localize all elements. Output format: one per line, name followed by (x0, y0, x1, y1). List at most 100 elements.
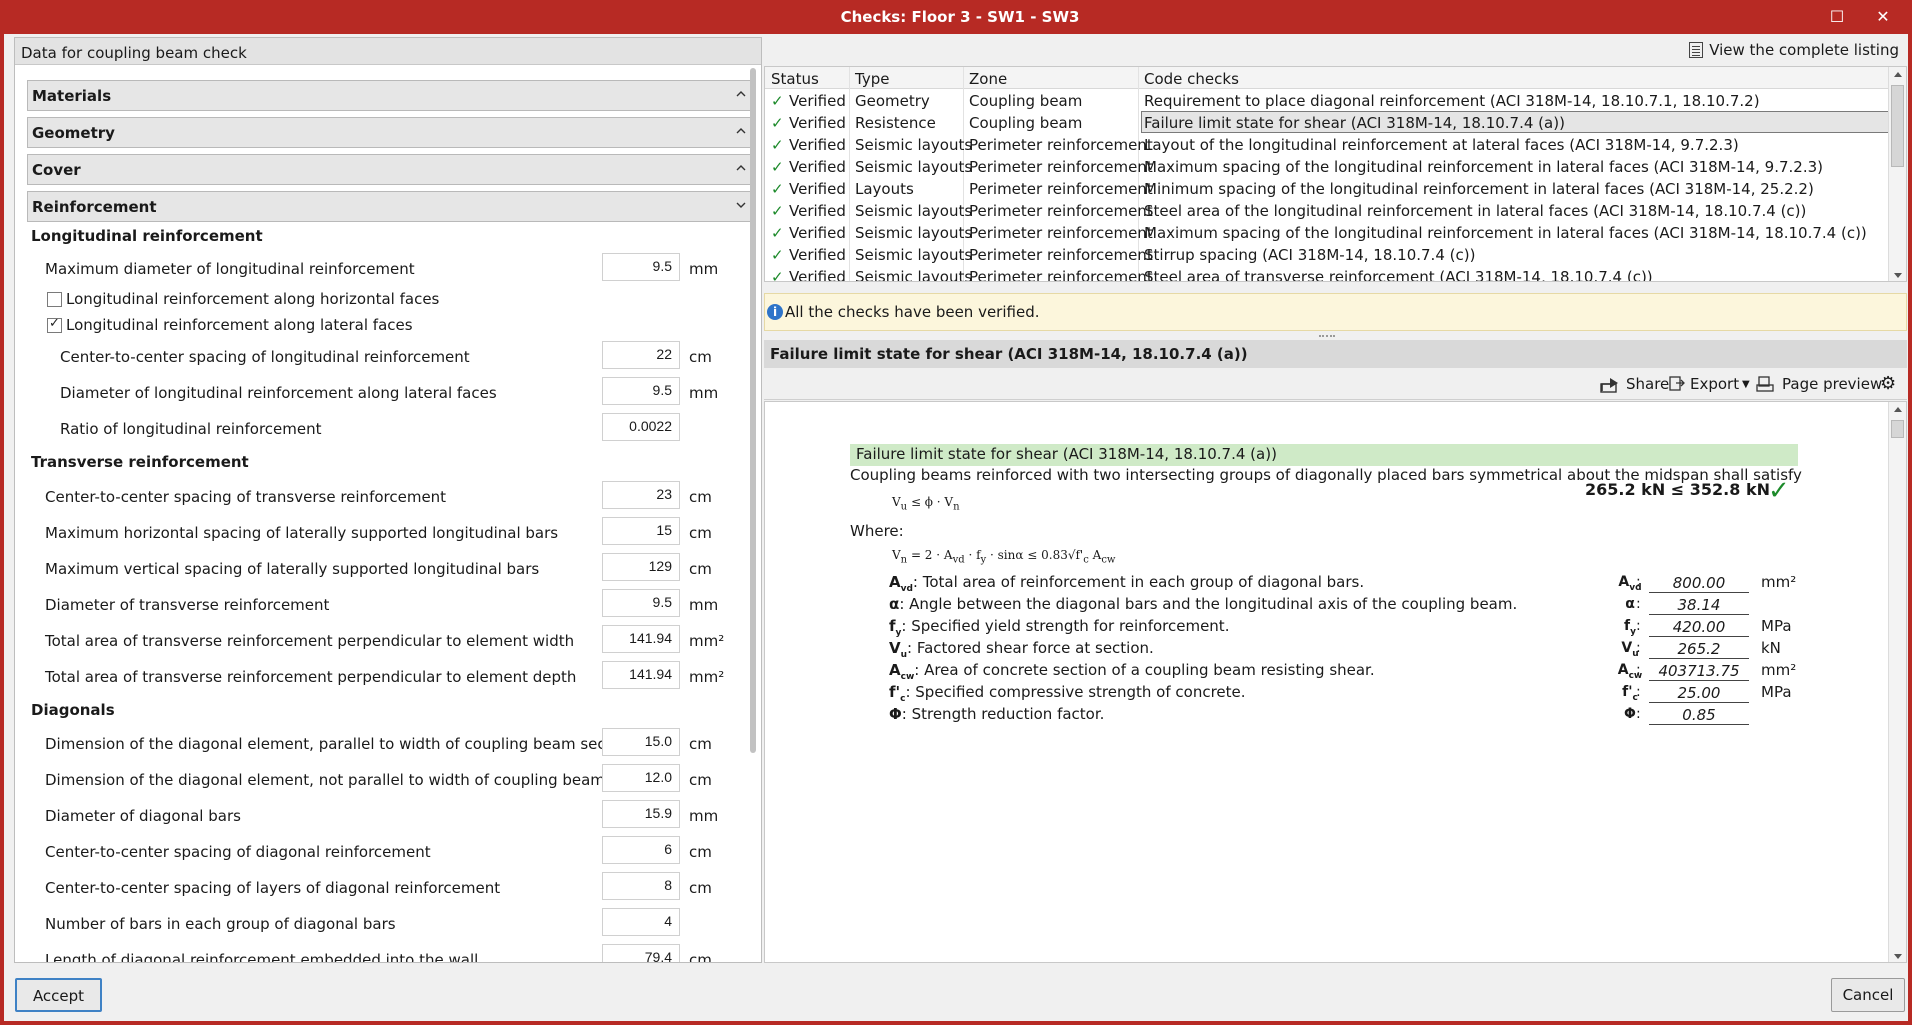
gear-icon[interactable]: ⚙ (1880, 373, 1896, 394)
dialog-window: Checks: Floor 3 - SW1 - SW3 ☐ ✕ Data for… (0, 0, 1912, 1025)
page-preview-icon[interactable] (1756, 375, 1776, 397)
scroll-down-icon[interactable] (1894, 273, 1902, 278)
table-row[interactable]: ✓ Verified Seismic layouts Perimeter rei… (765, 134, 1889, 156)
lateral-diameter-input[interactable]: 9.5 (602, 377, 680, 405)
close-icon[interactable]: ✕ (1870, 6, 1896, 28)
param-desc: α: Angle between the diagonal bars and t… (889, 595, 1518, 613)
checkbox-label: Longitudinal reinforcement along lateral… (66, 316, 413, 334)
check-icon: ✓ (771, 268, 784, 282)
field-label: Diameter of longitudinal reinforcement a… (60, 384, 497, 402)
area-depth-input[interactable]: 141.94 (602, 661, 680, 689)
window-title: Checks: Floor 3 - SW1 - SW3 (840, 8, 1080, 26)
scroll-up-icon[interactable] (1894, 72, 1902, 77)
max-diameter-input[interactable]: 9.5 (602, 253, 680, 281)
check-icon: ✓ (771, 114, 784, 132)
left-scrollbar[interactable] (750, 68, 756, 753)
accept-button[interactable]: Accept (15, 978, 102, 1012)
section-geometry[interactable]: Geometry (27, 117, 754, 148)
check-icon: ✓ (771, 246, 784, 264)
param-unit: mm² (1761, 661, 1797, 679)
unit: cm (689, 735, 712, 753)
transverse-diameter-input[interactable]: 9.5 (602, 589, 680, 617)
document-scrollbar[interactable] (1888, 402, 1906, 962)
field-label: Diameter of transverse reinforcement (45, 596, 330, 614)
longitudinal-spacing-input[interactable]: 22 (602, 341, 680, 369)
cancel-button[interactable]: Cancel (1831, 978, 1905, 1012)
table-row[interactable]: ✓ Verified Geometry Coupling beam Requir… (765, 90, 1889, 112)
bars-count-input[interactable]: 4 (602, 908, 680, 936)
diagonal-dim-parallel-input[interactable]: 15.0 (602, 728, 680, 756)
where-label: Where: (850, 522, 904, 540)
diagonal-layers-input[interactable]: 8 (602, 872, 680, 900)
unit: cm (689, 879, 712, 897)
section-label: Reinforcement (32, 198, 157, 216)
embed-length-input[interactable]: 79.4 (602, 944, 680, 962)
listing-label: View the complete listing (1709, 41, 1899, 59)
export-button[interactable]: Export (1690, 375, 1739, 393)
chevron-down-icon (736, 202, 746, 208)
unit: mm² (689, 632, 725, 650)
unit: mm (689, 260, 719, 278)
scroll-down-icon[interactable] (1894, 954, 1902, 959)
field-label: Total area of transverse reinforcement p… (45, 632, 575, 650)
scroll-thumb[interactable] (1891, 420, 1904, 438)
table-row[interactable]: ✓ Verified Seismic layouts Perimeter rei… (765, 222, 1889, 244)
horizontal-faces-checkbox[interactable] (47, 292, 62, 307)
share-icon[interactable] (1600, 375, 1622, 397)
table-row[interactable]: ✓ Verified Layouts Perimeter reinforceme… (765, 178, 1889, 200)
column-header[interactable]: Code checks (1144, 70, 1239, 88)
diagonal-spacing-input[interactable]: 6 (602, 836, 680, 864)
param-desc: f'c: Specified compressive strength of c… (889, 683, 1246, 704)
lateral-faces-checkbox[interactable] (47, 316, 62, 333)
check-result: 265.2 kN ≤ 352.8 kN (1585, 480, 1770, 499)
max-horizontal-spacing-input[interactable]: 15 (602, 517, 680, 545)
area-width-input[interactable]: 141.94 (602, 625, 680, 653)
table-header: Status Type Zone Code checks (765, 67, 1889, 89)
column-header[interactable]: Zone (969, 70, 1007, 88)
section-reinforcement[interactable]: Reinforcement (27, 191, 754, 222)
share-button[interactable]: Share (1626, 375, 1669, 393)
splitter-handle[interactable] (1319, 335, 1335, 337)
unit: cm (689, 771, 712, 789)
column-header[interactable]: Status (771, 70, 819, 88)
param-value: 25.00 (1649, 684, 1749, 703)
chevron-up-icon (736, 128, 746, 134)
field-label: Maximum diameter of longitudinal reinfor… (45, 260, 415, 278)
table-row[interactable]: ✓ Verified Seismic layouts Perimeter rei… (765, 244, 1889, 266)
param-desc: Vu: Factored shear force at section. (889, 639, 1154, 660)
check-icon: ✓ (771, 180, 784, 198)
unit: mm (689, 807, 719, 825)
field-label: Dimension of the diagonal element, not p… (45, 771, 664, 789)
verified-check-icon: ✓ (1768, 476, 1790, 506)
section-materials[interactable]: Materials (27, 80, 754, 111)
doc-title: Failure limit state for shear (ACI 318M-… (850, 444, 1798, 466)
table-row-selected[interactable]: ✓ Verified Resistence Coupling beam Fail… (765, 111, 1889, 134)
diagonal-dim-not-parallel-input[interactable]: 12.0 (602, 764, 680, 792)
table-row[interactable]: ✓ Verified Seismic layouts Perimeter rei… (765, 156, 1889, 178)
view-listing-link[interactable]: View the complete listing (1689, 41, 1899, 59)
table-row[interactable]: ✓ Verified Seismic layouts Perimeter rei… (765, 200, 1889, 222)
section-cover[interactable]: Cover (27, 154, 754, 185)
table-scrollbar[interactable] (1888, 67, 1906, 281)
maximize-icon[interactable]: ☐ (1824, 6, 1850, 28)
page-preview-button[interactable]: Page preview (1782, 375, 1882, 393)
transverse-spacing-input[interactable]: 23 (602, 481, 680, 509)
ratio-input[interactable]: 0.0022 (602, 413, 680, 441)
formula-main: Vu ≤ ϕ · Vn (892, 495, 960, 513)
unit: mm (689, 384, 719, 402)
max-vertical-spacing-input[interactable]: 129 (602, 553, 680, 581)
param-desc: Φ: Strength reduction factor. (889, 705, 1105, 723)
table-row[interactable]: ✓ Verified Seismic layouts Perimeter rei… (765, 266, 1889, 282)
column-header[interactable]: Type (855, 70, 889, 88)
check-icon: ✓ (771, 202, 784, 220)
check-icon: ✓ (771, 158, 784, 176)
scroll-up-icon[interactable] (1894, 407, 1902, 412)
diagonal-diameter-input[interactable]: 15.9 (602, 800, 680, 828)
param-value: 265.2 (1649, 640, 1749, 659)
formula-vn: Vn = 2 · Avd · fy · sinα ≤ 0.83√f'c Acw (892, 548, 1116, 566)
export-icon[interactable] (1668, 375, 1686, 397)
dropdown-arrow-icon[interactable]: ▼ (1742, 379, 1750, 390)
param-unit: mm² (1761, 573, 1797, 591)
param-value: 0.85 (1649, 706, 1749, 725)
scroll-thumb[interactable] (1891, 85, 1904, 167)
